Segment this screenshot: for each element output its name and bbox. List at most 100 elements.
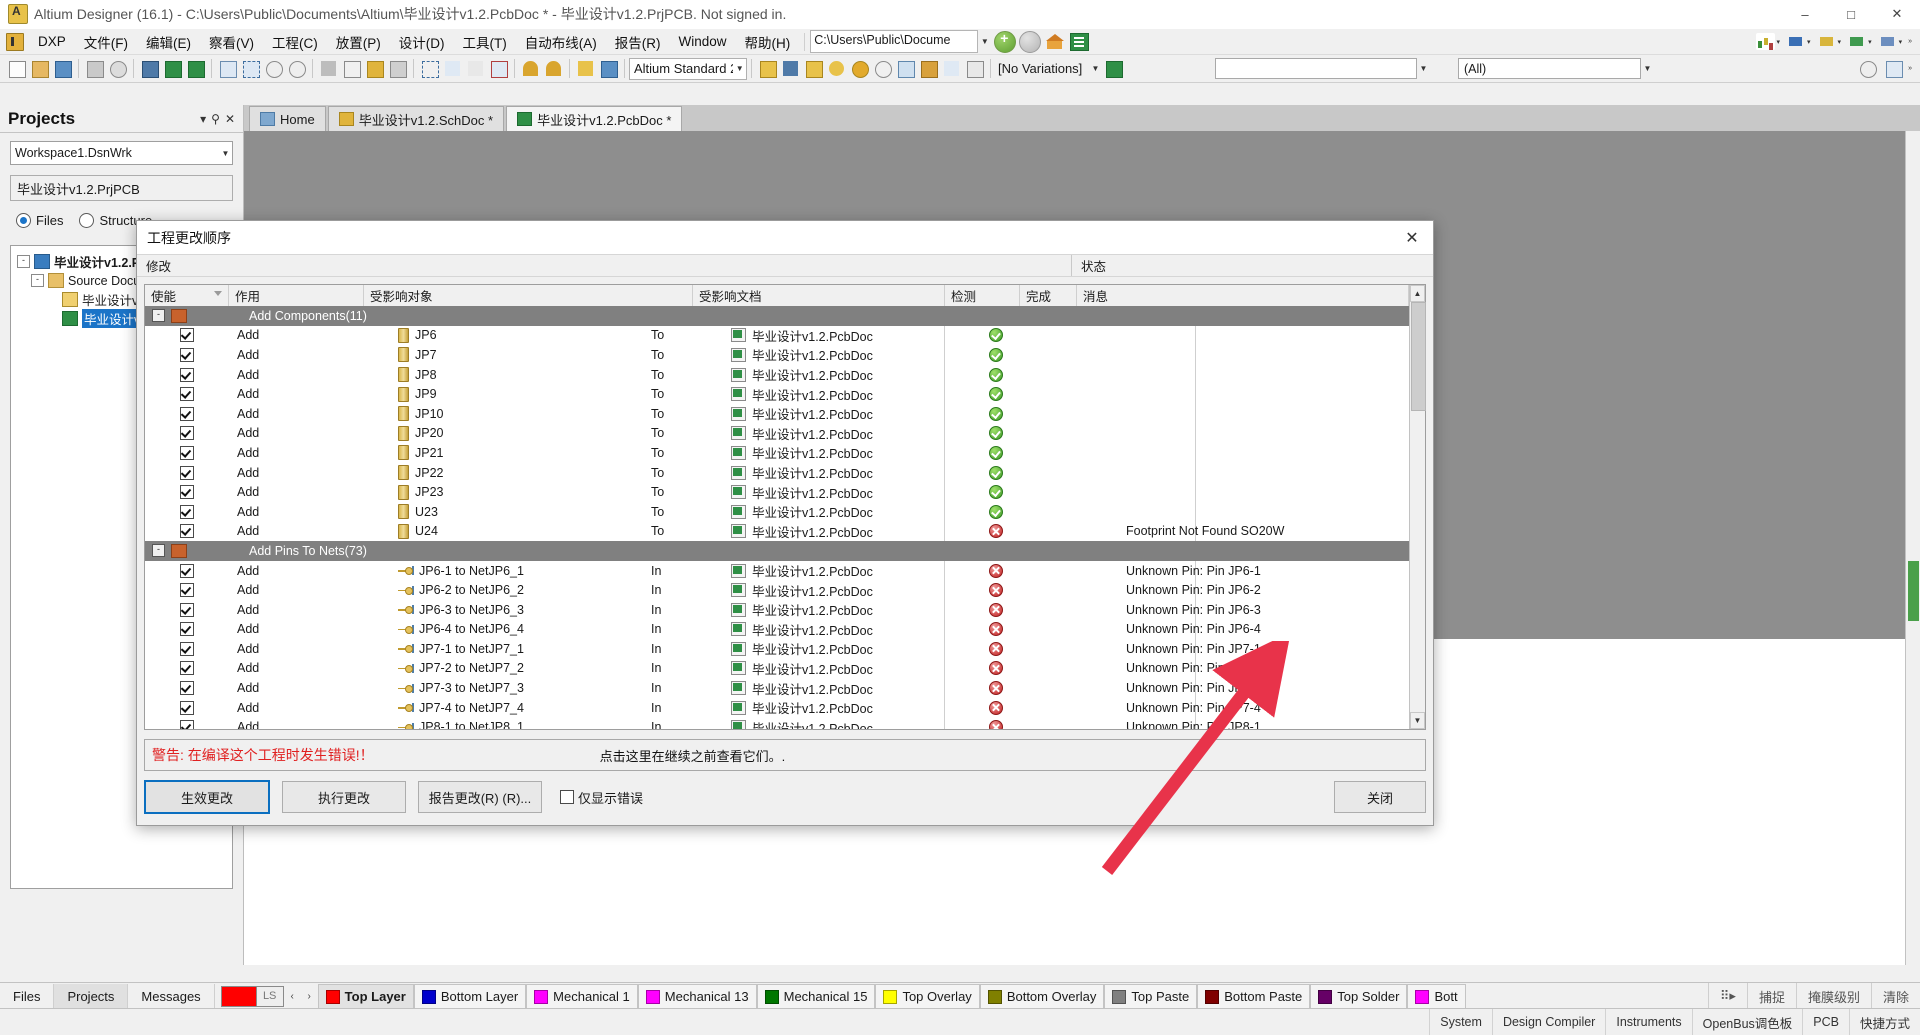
row-enable-checkbox[interactable] — [145, 504, 229, 519]
print-preview-button[interactable] — [107, 58, 128, 79]
column-header-message[interactable]: 消息 — [1077, 285, 1409, 306]
copy-button[interactable] — [341, 58, 362, 79]
layer-tab[interactable]: Top Layer — [317, 983, 414, 1009]
layer-tab[interactable]: Top Solder — [1310, 983, 1408, 1009]
zoom-document-button[interactable] — [217, 58, 238, 79]
filter-scope-input[interactable]: (All) — [1458, 58, 1641, 79]
row-enable-checkbox[interactable] — [145, 426, 229, 441]
place-net-button[interactable] — [780, 58, 801, 79]
menu-item-project[interactable]: 工程(C) — [263, 29, 327, 55]
table-row[interactable]: Add JP7 To 毕业设计v1.2.PcbDoc — [145, 345, 1409, 365]
table-row[interactable]: Add U23 To 毕业设计v1.2.PcbDoc — [145, 502, 1409, 522]
table-row[interactable]: Add U24 To 毕业设计v1.2.PcbDoc Footprint Not Fou… — [145, 522, 1409, 542]
row-enable-checkbox[interactable] — [145, 700, 229, 715]
table-row[interactable]: Add JP7-4 to NetJP7_4 In 毕业设计v1.2.PcbDoc Unk… — [145, 698, 1409, 718]
group-row[interactable]: - Add Pins To Nets(73) — [145, 541, 1409, 561]
changes-grid-rows[interactable]: - Add Components(11) Add JP6 To 毕业设计v1.2.PcbD… — [145, 306, 1409, 729]
layer-tab[interactable]: Top Overlay — [875, 983, 980, 1009]
menu-item-dxp[interactable]: DXP — [29, 31, 75, 52]
column-header-action[interactable]: 作用 — [229, 285, 364, 306]
group-expander-icon[interactable]: - — [152, 309, 165, 323]
tree-expander-icon[interactable]: - — [17, 255, 30, 268]
table-row[interactable]: Add JP8-1 to NetJP8_1 In 毕业设计v1.2.PcbDoc Unk… — [145, 717, 1409, 729]
layer-tab[interactable]: Bottom Overlay — [979, 983, 1105, 1009]
board-3d-button[interactable] — [139, 58, 160, 79]
place-polygon-button[interactable] — [918, 58, 939, 79]
row-enable-checkbox[interactable] — [145, 445, 229, 460]
dialog-close-icon[interactable]: ✕ — [1391, 221, 1433, 254]
filter-expression-input[interactable] — [1215, 58, 1417, 79]
table-tool-button[interactable]: ▾ — [1876, 31, 1905, 52]
warning-bar[interactable]: 警告: 在编译这个工程时发生错误!！ 点击这里在继续之前查看它们。. — [144, 739, 1426, 771]
group-expander-icon[interactable]: - — [152, 544, 165, 558]
table-row[interactable]: Add JP7-2 to NetJP7_2 In 毕业设计v1.2.PcbDoc Unk… — [145, 659, 1409, 679]
status-panel-design-compiler[interactable]: Design Compiler — [1491, 1009, 1605, 1035]
status-panel-pcb[interactable]: PCB — [1802, 1009, 1849, 1035]
project-button[interactable]: 毕业设计v1.2.PrjPCB — [10, 175, 233, 201]
clear-button[interactable]: 清除 — [1870, 983, 1920, 1009]
minimize-button[interactable]: – — [1782, 0, 1828, 28]
table-row[interactable]: Add JP6-1 to NetJP6_1 In 毕业设计v1.2.PcbDoc Unk… — [145, 561, 1409, 581]
table-row[interactable]: Add JP21 To 毕业设计v1.2.PcbDoc — [145, 443, 1409, 463]
menu-item-tools[interactable]: 工具(T) — [454, 29, 516, 55]
zoom-filter-button[interactable] — [286, 58, 307, 79]
menu-item-design[interactable]: 设计(D) — [390, 29, 454, 55]
maximize-button[interactable]: □ — [1828, 0, 1874, 28]
table-row[interactable]: Add JP6-4 to NetJP6_4 In 毕业设计v1.2.PcbDoc Unk… — [145, 620, 1409, 640]
filter-panel-button[interactable] — [1883, 58, 1904, 79]
place-arc-button[interactable] — [872, 58, 893, 79]
chevron-down-icon[interactable]: ▾ — [1868, 38, 1872, 46]
variations-select[interactable]: [No Variations] ▼ — [995, 58, 1102, 79]
menu-item-window[interactable]: Window — [670, 31, 736, 52]
board-layers-button[interactable] — [185, 58, 206, 79]
row-enable-checkbox[interactable] — [145, 563, 229, 578]
row-enable-checkbox[interactable] — [145, 465, 229, 480]
changes-grid[interactable]: 使能 作用 受影响对象 受影响文档 检测 完成 消息 - Add Componen… — [144, 284, 1426, 730]
warning-hint-text[interactable]: 点击这里在继续之前查看它们。. — [600, 746, 786, 765]
blue-tool-button[interactable]: ▾ — [1784, 31, 1813, 52]
layer-tab[interactable]: Bottom Paste — [1197, 983, 1311, 1009]
status-panel-openbus[interactable]: OpenBus调色板 — [1691, 1009, 1803, 1035]
menu-item-reports[interactable]: 报告(R) — [606, 29, 670, 55]
chart-tool-button[interactable]: ▾ — [1754, 31, 1783, 52]
place-string-button[interactable] — [941, 58, 962, 79]
chevron-double-icon[interactable]: » — [1908, 38, 1912, 45]
menu-item-file[interactable]: 文件(F) — [75, 29, 137, 55]
column-header-check[interactable]: 检测 — [945, 285, 1020, 306]
yellow-tool-button[interactable]: ▾ — [1815, 31, 1844, 52]
panel-menu-icon[interactable]: ▾ — [200, 112, 206, 126]
table-row[interactable]: Add JP7-3 to NetJP7_3 In 毕业设计v1.2.PcbDoc Unk… — [145, 678, 1409, 698]
validate-changes-button[interactable]: 生效更改 — [144, 780, 270, 814]
canvas-vertical-scrollbar[interactable] — [1905, 131, 1920, 965]
tab-schdoc[interactable]: 毕业设计v1.2.SchDoc * — [327, 106, 505, 131]
table-row[interactable]: Add JP9 To 毕业设计v1.2.PcbDoc — [145, 384, 1409, 404]
chevron-down-icon[interactable]: ▾ — [1777, 38, 1781, 46]
zoom-in-button[interactable] — [263, 58, 284, 79]
status-panel-system[interactable]: System — [1429, 1009, 1492, 1035]
layer-set-button[interactable]: LS — [256, 985, 284, 1007]
new-document-button[interactable] — [6, 58, 27, 79]
menu-item-place[interactable]: 放置(P) — [327, 29, 390, 55]
print-button[interactable] — [84, 58, 105, 79]
place-component-button[interactable] — [757, 58, 778, 79]
home-icon[interactable] — [1046, 33, 1065, 51]
group-row[interactable]: - Add Components(11) — [145, 306, 1409, 326]
status-panel-shortcuts[interactable]: 快捷方式 — [1848, 1009, 1920, 1035]
active-layer-color-swatch[interactable] — [220, 985, 257, 1007]
place-fill-button[interactable] — [895, 58, 916, 79]
row-enable-checkbox[interactable] — [145, 641, 229, 656]
table-row[interactable]: Add JP6 To 毕业设计v1.2.PcbDoc — [145, 326, 1409, 346]
chevron-down-icon[interactable]: ▾ — [1838, 38, 1842, 46]
layer-tab[interactable]: Mechanical 13 — [637, 983, 757, 1009]
column-header-affected-document[interactable]: 受影响文档 — [693, 285, 945, 306]
layer-tab[interactable]: Mechanical 1 — [526, 983, 638, 1009]
path-input[interactable]: C:\Users\Public\Docume — [810, 30, 979, 53]
chevron-down-icon[interactable]: ▾ — [1807, 38, 1811, 46]
place-pad-button[interactable] — [826, 58, 847, 79]
status-panel-instruments[interactable]: Instruments — [1605, 1009, 1691, 1035]
row-enable-checkbox[interactable] — [145, 661, 229, 676]
layer-tab[interactable]: Mechanical 15 — [756, 983, 876, 1009]
workspace-select[interactable]: Workspace1.DsnWrk ▼ — [10, 141, 233, 165]
column-header-affected-object[interactable]: 受影响对象 — [364, 285, 693, 306]
zoom-area-button[interactable] — [240, 58, 261, 79]
